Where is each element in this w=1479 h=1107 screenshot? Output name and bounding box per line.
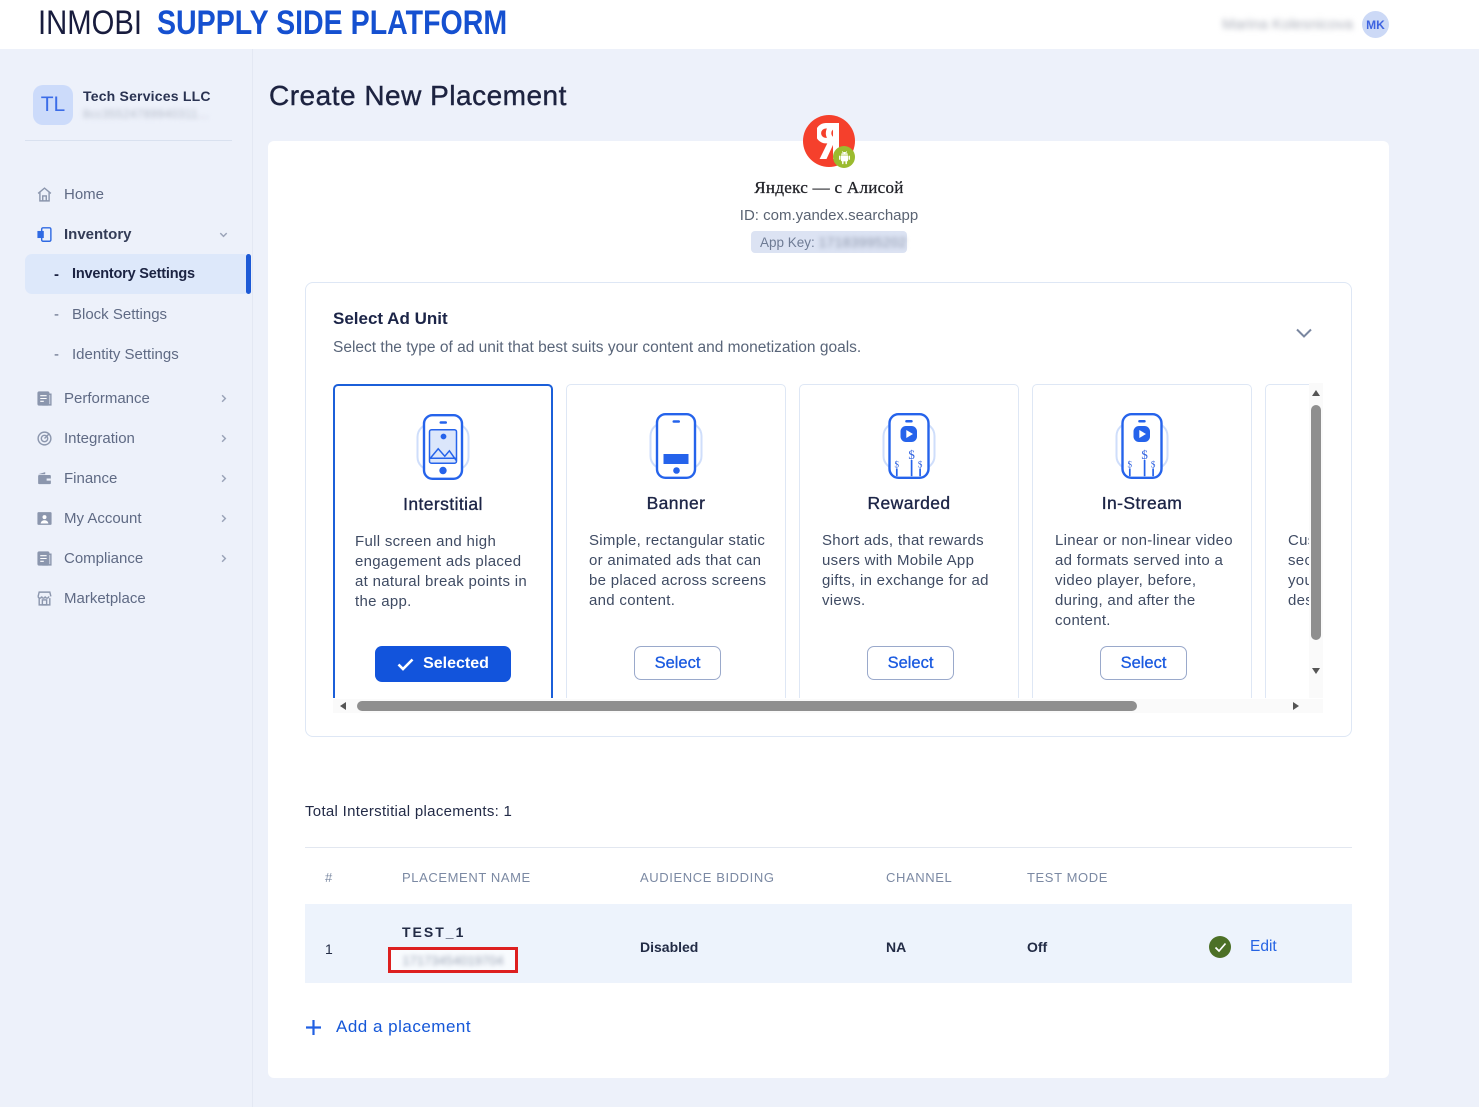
svg-text:$: $: [1151, 460, 1156, 470]
svg-text:$: $: [895, 460, 900, 470]
svg-text:$: $: [908, 447, 915, 462]
svg-text:$: $: [1128, 460, 1133, 470]
svg-text:$: $: [1141, 447, 1148, 462]
svg-text:$: $: [918, 460, 923, 470]
